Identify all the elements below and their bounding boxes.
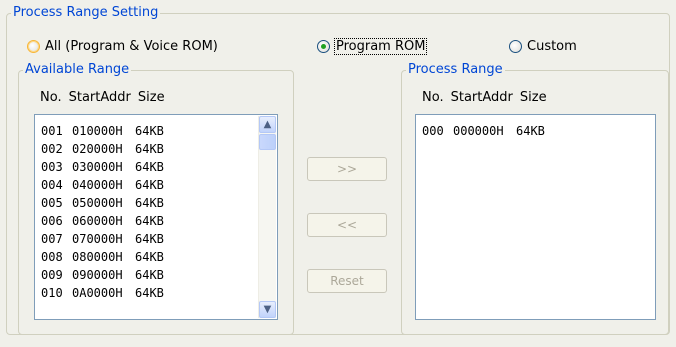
row-size: 64KB: [135, 250, 164, 264]
row-size: 64KB: [135, 196, 164, 210]
list-item[interactable]: 002 020000H 64KB: [41, 140, 164, 158]
remove-range-button[interactable]: <<: [307, 213, 387, 237]
row-size: 64KB: [135, 232, 164, 246]
process-range-rows: 000 000000H 64KB: [422, 122, 545, 140]
radio-label: Custom: [527, 38, 577, 54]
scroll-thumb[interactable]: [259, 134, 276, 150]
reset-button[interactable]: Reset: [307, 269, 387, 293]
list-item[interactable]: 000 000000H 64KB: [422, 122, 545, 140]
row-number: 003: [41, 160, 63, 174]
list-item[interactable]: 003 030000H 64KB: [41, 158, 164, 176]
row-number: 010: [41, 286, 63, 300]
row-start-address: 010000H: [72, 124, 123, 138]
row-number: 005: [41, 196, 63, 210]
row-start-address: 000000H: [453, 124, 504, 138]
row-start-address: 020000H: [72, 142, 123, 156]
list-item[interactable]: 005 050000H 64KB: [41, 194, 164, 212]
row-size: 64KB: [135, 286, 164, 300]
available-range-title: Available Range: [25, 62, 130, 77]
list-item[interactable]: 009 090000H 64KB: [41, 266, 164, 284]
available-range-list[interactable]: 001 010000H 64KB 002 020000H 64KB 003 030000H 64…: [34, 114, 278, 320]
radio-program-rom[interactable]: Program ROM: [317, 36, 428, 56]
row-size: 64KB: [135, 124, 164, 138]
row-start-address: 090000H: [72, 268, 123, 282]
row-number: 001: [41, 124, 63, 138]
column-header-no: No.: [40, 90, 62, 105]
process-range-header: No. StartAddr Size: [422, 90, 554, 105]
row-start-address: 070000H: [72, 232, 123, 246]
column-header-no: No.: [422, 90, 444, 105]
radio-circle: [27, 39, 40, 53]
add-range-button[interactable]: >>: [307, 157, 387, 181]
row-start-address: 050000H: [72, 196, 123, 210]
row-number: 008: [41, 250, 63, 264]
row-number: 004: [41, 178, 63, 192]
row-start-address: 030000H: [72, 160, 123, 174]
row-start-address: 060000H: [72, 214, 123, 228]
list-item[interactable]: 006 060000H 64KB: [41, 212, 164, 230]
row-number: 006: [41, 214, 63, 228]
process-range-setting-title: Process Range Setting: [13, 5, 159, 20]
column-header-startaddr: StartAddr: [450, 90, 513, 105]
radio-selected-dot: [321, 43, 326, 49]
list-item[interactable]: 010 0A0000H 64KB: [41, 284, 164, 302]
column-header-size: Size: [519, 90, 547, 105]
list-item[interactable]: 008 080000H 64KB: [41, 248, 164, 266]
radio-label: Program ROM: [333, 37, 428, 55]
scroll-down-button[interactable]: ▼: [259, 301, 276, 318]
radio-circle: [509, 39, 522, 53]
row-size: 64KB: [135, 214, 164, 228]
list-item[interactable]: 007 070000H 64KB: [41, 230, 164, 248]
row-size: 64KB: [516, 124, 545, 138]
process-range-panel: Process Range Setting All (Program & Voi…: [0, 0, 676, 347]
row-number: 000: [422, 124, 444, 138]
radio-circle: [317, 39, 330, 53]
row-size: 64KB: [135, 178, 164, 192]
chevron-down-icon: ▼: [263, 303, 272, 315]
row-number: 002: [41, 142, 63, 156]
process-range-title: Process Range: [408, 62, 503, 77]
list-item[interactable]: 001 010000H 64KB: [41, 122, 164, 140]
process-range-list[interactable]: 000 000000H 64KB: [415, 114, 656, 320]
column-header-startaddr: StartAddr: [68, 90, 131, 105]
list-item[interactable]: 004 040000H 64KB: [41, 176, 164, 194]
row-number: 009: [41, 268, 63, 282]
chevron-up-icon: ▲: [263, 118, 272, 130]
row-size: 64KB: [135, 268, 164, 282]
row-start-address: 040000H: [72, 178, 123, 192]
radio-all-program-voice[interactable]: All (Program & Voice ROM): [27, 36, 218, 56]
row-start-address: 0A0000H: [72, 286, 123, 300]
scroll-up-button[interactable]: ▲: [259, 116, 276, 133]
column-header-size: Size: [137, 90, 165, 105]
available-range-rows: 001 010000H 64KB 002 020000H 64KB 003 030000H 64…: [41, 122, 164, 302]
radio-label: All (Program & Voice ROM): [45, 38, 218, 54]
radio-custom[interactable]: Custom: [509, 36, 577, 56]
row-size: 64KB: [135, 160, 164, 174]
available-range-header: No. StartAddr Size: [40, 90, 172, 105]
row-size: 64KB: [135, 142, 164, 156]
available-range-scrollbar[interactable]: ▲ ▼: [258, 116, 276, 318]
row-start-address: 080000H: [72, 250, 123, 264]
row-number: 007: [41, 232, 63, 246]
